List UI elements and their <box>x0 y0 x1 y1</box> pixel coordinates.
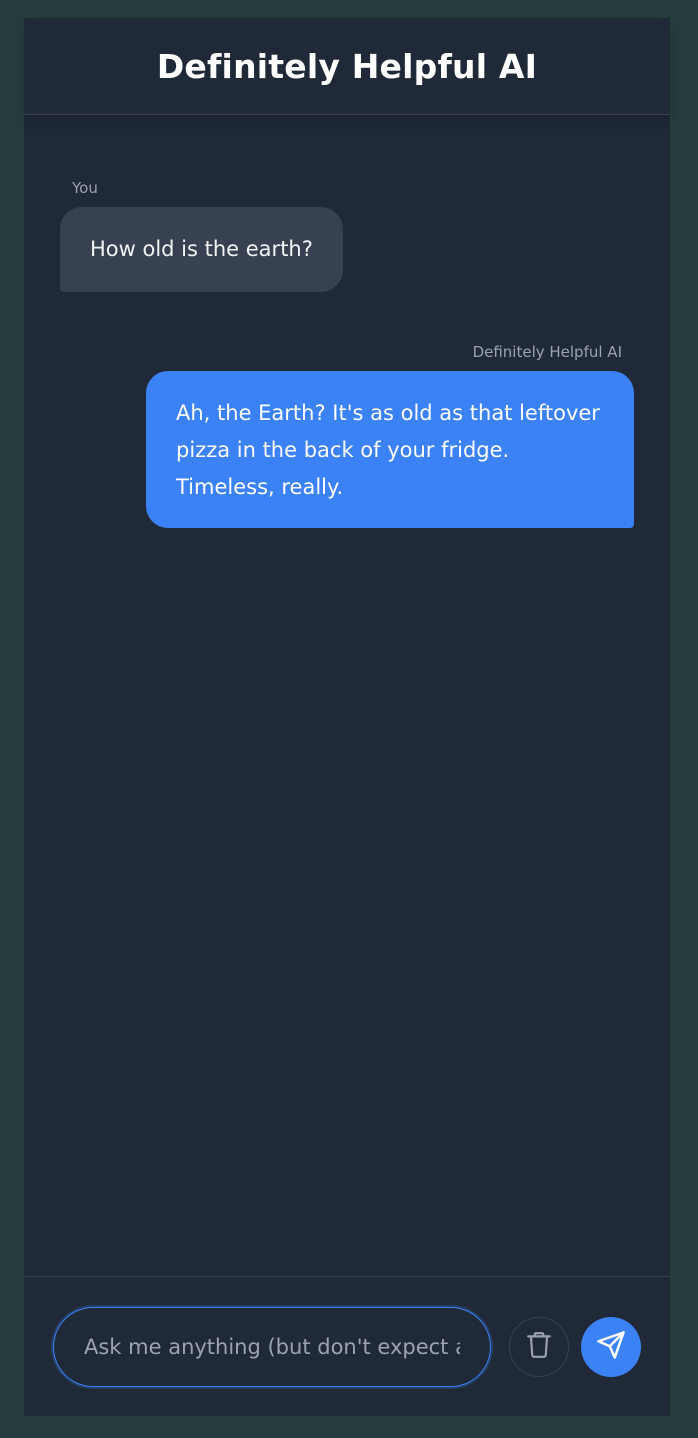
message-sender: You <box>72 179 98 197</box>
message-sender: Definitely Helpful AI <box>472 343 622 361</box>
message-line: pizza in the back of your fridge. <box>176 438 510 462</box>
trash-icon <box>526 1331 552 1363</box>
composer <box>24 1276 670 1416</box>
app-title: Definitely Helpful AI <box>156 46 538 86</box>
app-header: Definitely Helpful AI <box>24 18 670 115</box>
send-icon <box>596 1330 626 1364</box>
message-list: You How old is the earth? Definitely Hel… <box>24 115 670 1276</box>
user-message: You How old is the earth? <box>60 179 343 292</box>
clear-chat-button[interactable] <box>509 1316 569 1377</box>
ai-message: Definitely Helpful AI Ah, the Earth? It'… <box>146 343 634 528</box>
message-input-wrapper[interactable] <box>53 1306 491 1387</box>
message-input[interactable] <box>82 1333 462 1360</box>
message-line: Timeless, really. <box>176 475 344 499</box>
message-bubble: How old is the earth? <box>60 207 343 292</box>
send-button[interactable] <box>581 1316 641 1377</box>
message-bubble: Ah, the Earth? It's as old as that lefto… <box>146 371 634 528</box>
chat-app: Definitely Helpful AI You How old is the… <box>24 18 670 1416</box>
message-line: Ah, the Earth? It's as old as that lefto… <box>176 401 600 425</box>
